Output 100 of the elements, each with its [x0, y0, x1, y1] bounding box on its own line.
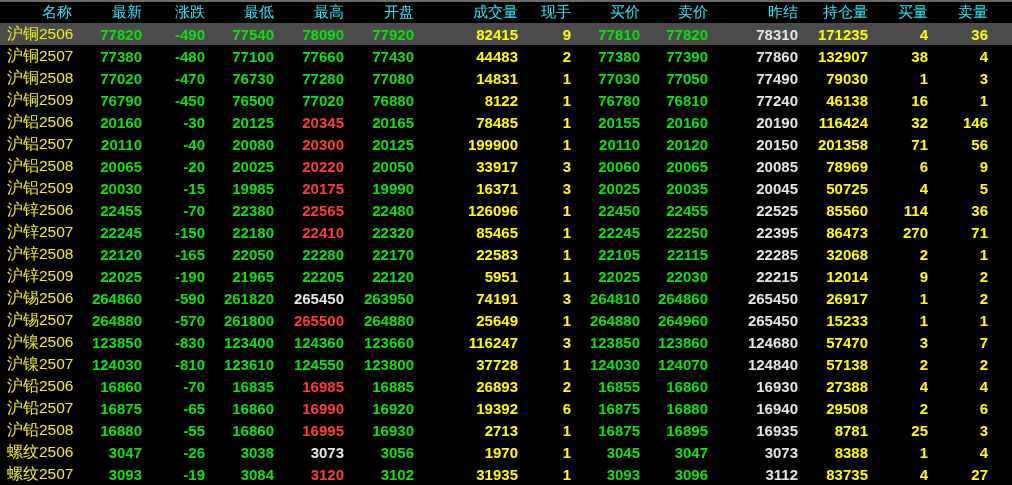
column-header[interactable]: 最低 — [205, 3, 274, 22]
table-cell-text: 22205 — [301, 267, 344, 285]
quote-row[interactable]: 沪铜2506 77820 -490 77540 78090 77920 82415 9 77810 77820 78310 171235 4 36 — [0, 23, 1012, 45]
table-cell-text: 22380 — [231, 201, 274, 219]
quote-row[interactable]: 沪铜2507 77380 -480 77100 77660 77430 44483 2 77380 77390 77860 132907 38 4 — [0, 45, 1012, 67]
table-cell-text: 16920 — [371, 399, 414, 417]
table-cell-text: 16875 — [597, 399, 640, 417]
column-header[interactable]: 开盘 — [344, 3, 414, 22]
table-cell-text: 20150 — [755, 135, 798, 153]
table-cell-text: 22180 — [231, 223, 274, 241]
quote-row[interactable]: 沪铜2509 76790 -450 76500 77020 76880 8122 1 76780 76810 77240 46138 16 1 — [0, 89, 1012, 111]
column-header[interactable]: 卖量 — [928, 3, 988, 22]
table-cell-text: 22285 — [755, 245, 798, 263]
table-cell-text: 21965 — [231, 267, 274, 285]
quote-row[interactable]: 沪镍2507 124030 -810 123610 124550 123800 37728 1 124030 124070 124840 57138 2 2 — [0, 353, 1012, 375]
quote-row[interactable]: 沪锌2509 22025 -190 21965 22205 22120 5951 1 22025 22030 22215 12014 9 2 — [0, 265, 1012, 287]
table-cell-text: 3045 — [605, 443, 640, 461]
table-cell-text: -26 — [182, 443, 205, 461]
table-cell-text: 20110 — [100, 135, 142, 153]
quote-row[interactable]: 沪锡2507 264880 -570 261800 265500 264880 25649 1 264880 264960 265450 15233 1 1 — [0, 309, 1012, 331]
table-cell-text: 22115 — [666, 245, 708, 263]
quote-row[interactable]: 沪铅2507 16875 -65 16860 16990 16920 19392 6 16875 16880 16940 29508 2 6 — [0, 397, 1012, 419]
table-cell-text: 4 — [978, 443, 988, 461]
table-cell-text: 22455 — [99, 201, 142, 219]
contract-name: 沪铅2506 — [6, 375, 72, 396]
contract-name: 沪锌2507 — [6, 221, 72, 242]
table-cell-text: -19 — [182, 465, 205, 483]
table-cell-text: 32068 — [825, 245, 868, 263]
table-cell-text: 114 — [902, 201, 928, 219]
table-cell-text: 20035 — [665, 179, 708, 197]
contract-name: 螺纹2507 — [6, 463, 72, 484]
table-cell-text: 9 — [918, 267, 928, 285]
table-cell-text: 76730 — [231, 69, 274, 87]
table-cell-text: 27 — [970, 465, 988, 483]
table-cell-text: 265450 — [746, 289, 798, 307]
contract-name: 沪锌2508 — [6, 243, 72, 264]
table-cell-text: 77380 — [597, 47, 640, 65]
table-cell-text: 4 — [918, 179, 928, 197]
table-cell-text: 20160 — [99, 113, 142, 131]
table-cell-text: 16995 — [301, 421, 344, 439]
table-cell-text: 3073 — [763, 443, 798, 461]
table-cell-text: 71 — [910, 135, 928, 153]
table-cell-text: 123660 — [362, 333, 414, 351]
table-cell-text: 261800 — [222, 311, 274, 329]
quote-row[interactable]: 沪锌2506 22455 -70 22380 22565 22480 126096 1 22450 22455 22525 85560 114 36 — [0, 199, 1012, 221]
quote-row[interactable]: 沪锡2506 264860 -590 261820 265450 263950 74191 3 264810 264860 265450 26917 1 2 — [0, 287, 1012, 309]
quote-row[interactable]: 螺纹2506 3047 -26 3038 3073 3056 1970 1 3045 3047 3073 8388 1 4 — [0, 441, 1012, 463]
table-cell-text: 22025 — [99, 267, 142, 285]
quote-row[interactable]: 沪铝2507 20110 -40 20080 20300 20125 199900 1 20110 20120 20150 201358 71 56 — [0, 133, 1012, 155]
table-cell-text: 3 — [978, 421, 988, 439]
table-cell-text: 77540 — [231, 25, 274, 43]
table-cell-text: 264960 — [656, 311, 708, 329]
table-cell-text: 76500 — [231, 91, 274, 109]
column-header[interactable]: 买价 — [571, 3, 640, 22]
quote-row[interactable]: 沪铅2508 16880 -55 16860 16995 16930 2713 1 16875 16895 16935 8781 25 3 — [0, 419, 1012, 441]
column-header[interactable]: 最新 — [72, 3, 142, 22]
table-cell-text: 77020 — [99, 69, 142, 87]
table-cell-text: 199900 — [466, 135, 518, 153]
quote-row[interactable]: 沪铅2506 16860 -70 16835 16985 16885 26893 2 16855 16860 16930 27388 4 4 — [0, 375, 1012, 397]
table-cell-text: 79030 — [825, 69, 868, 87]
table-cell-text: 16875 — [99, 399, 142, 417]
quote-row[interactable]: 沪铜2508 77020 -470 76730 77280 77080 14831 1 77030 77050 77490 79030 1 3 — [0, 67, 1012, 89]
table-cell-text: 20025 — [597, 179, 640, 197]
quote-row[interactable]: 螺纹2507 3093 -19 3084 3120 3102 31935 1 3093 3096 3112 83735 4 27 — [0, 463, 1012, 485]
table-cell-text: 1 — [918, 69, 928, 87]
contract-name: 沪铝2508 — [6, 155, 72, 176]
contract-name: 沪铜2506 — [6, 23, 72, 44]
table-cell-text: 16990 — [301, 399, 344, 417]
column-header[interactable]: 现手 — [518, 3, 571, 22]
column-header[interactable]: 持仓量 — [798, 3, 868, 22]
table-cell-text: 56 — [970, 135, 988, 153]
table-cell-text: 16935 — [755, 421, 798, 439]
table-cell-text: 116424 — [817, 113, 868, 131]
quote-row[interactable]: 沪铝2509 20030 -15 19985 20175 19990 16371 3 20025 20035 20045 50725 4 5 — [0, 177, 1012, 199]
table-cell-text: 2 — [918, 355, 928, 373]
table-cell-text: 16940 — [755, 399, 798, 417]
quote-row[interactable]: 沪铝2506 20160 -30 20125 20345 20165 78485 1 20155 20160 20190 116424 32 146 — [0, 111, 1012, 133]
table-cell-text: 77100 — [231, 47, 274, 65]
quote-row[interactable]: 沪锌2507 22245 -150 22180 22410 22320 85465 1 22245 22250 22395 86473 270 71 — [0, 221, 1012, 243]
column-header[interactable]: 成交量 — [414, 3, 518, 22]
column-header[interactable]: 名称 — [0, 3, 72, 22]
quote-row[interactable]: 沪镍2506 123850 -830 123400 124360 123660 116247 3 123850 123860 124680 57470 3 7 — [0, 331, 1012, 353]
table-cell-text: 22025 — [597, 267, 640, 285]
column-header[interactable]: 涨跌 — [142, 3, 205, 22]
table-cell-text: 20345 — [301, 113, 344, 131]
table-cell-text: -20 — [182, 157, 205, 175]
column-header[interactable]: 昨结 — [708, 3, 798, 22]
table-cell-text: 1 — [978, 91, 988, 109]
table-cell-text: 9 — [978, 157, 988, 175]
column-header[interactable]: 买量 — [868, 3, 928, 22]
quote-row[interactable]: 沪铝2508 20065 -20 20025 20220 20050 33917 3 20060 20065 20085 78969 6 9 — [0, 155, 1012, 177]
table-cell-text: 27388 — [825, 377, 868, 395]
table-cell-text: -150 — [173, 223, 205, 241]
column-header[interactable]: 最高 — [274, 3, 344, 22]
table-cell-text: 31935 — [475, 465, 518, 483]
column-header[interactable]: 卖价 — [640, 3, 708, 22]
table-cell-text: 6 — [978, 399, 988, 417]
table-cell-text: 29508 — [825, 399, 868, 417]
quote-row[interactable]: 沪锌2508 22120 -165 22050 22280 22170 22583 1 22105 22115 22285 32068 2 1 — [0, 243, 1012, 265]
table-cell-text: 22583 — [475, 245, 518, 263]
